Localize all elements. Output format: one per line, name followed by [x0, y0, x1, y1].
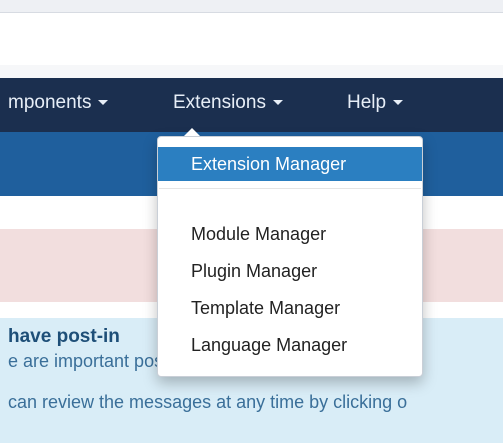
chevron-down-icon — [98, 100, 109, 105]
info-message-text-2: can review the messages at any time by c… — [8, 392, 408, 412]
nav-item-help[interactable]: Help — [347, 92, 404, 113]
menu-item-module-manager[interactable]: Module Manager — [158, 217, 422, 251]
top-bar — [0, 0, 503, 12]
menu-divider — [159, 188, 421, 189]
nav-item-components-label: mponents — [8, 92, 92, 113]
nav-item-extensions-label: Extensions — [173, 92, 266, 113]
nav-item-components[interactable]: mponents — [8, 92, 109, 113]
menu-item-extension-manager[interactable]: Extension Manager — [158, 147, 422, 181]
info-message-title: have post-in — [8, 326, 120, 347]
menu-item-language-manager[interactable]: Language Manager — [158, 328, 422, 362]
nav-item-extensions[interactable]: Extensions — [173, 93, 283, 113]
header-area — [0, 13, 503, 65]
menu-item-plugin-manager[interactable]: Plugin Manager — [158, 254, 422, 288]
menu-item-template-manager[interactable]: Template Manager — [158, 291, 422, 325]
header-bottom — [0, 65, 503, 78]
chevron-down-icon — [272, 100, 283, 105]
extensions-dropdown-menu: Extension Manager Module Manager Plugin … — [157, 136, 423, 377]
nav-item-help-label: Help — [347, 92, 387, 113]
dropdown-pointer — [184, 128, 200, 136]
chevron-down-icon — [393, 100, 404, 105]
